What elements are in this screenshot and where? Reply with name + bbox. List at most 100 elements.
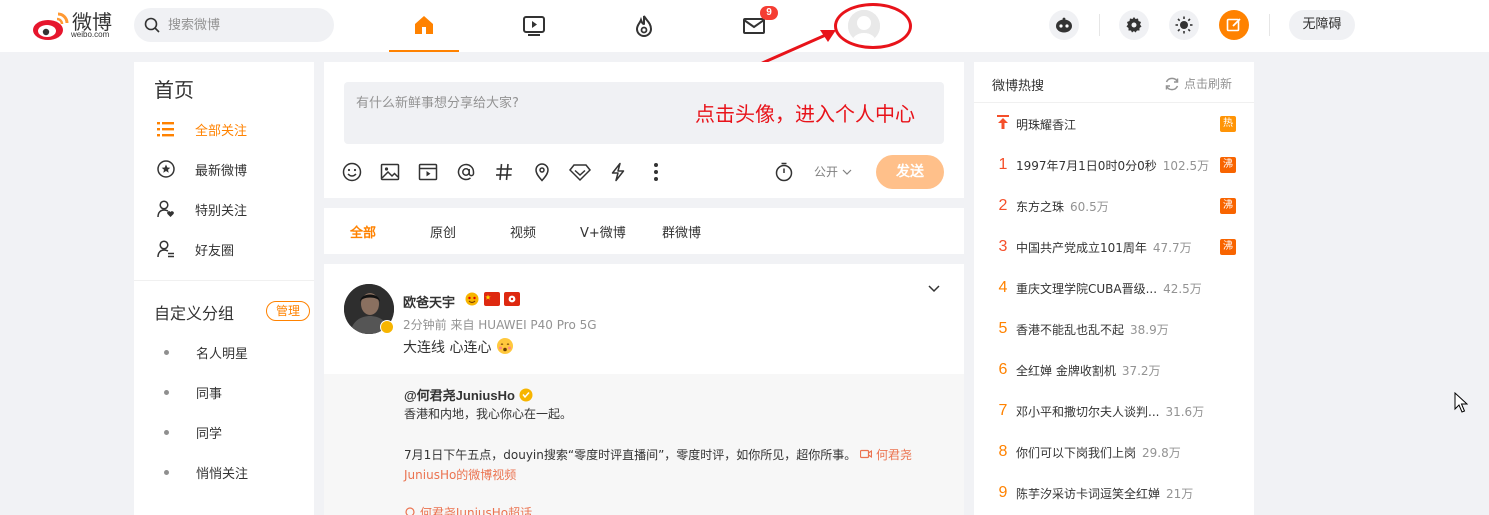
- hot-search-item[interactable]: 7 邓小平和撒切尔夫人谈判... 31.6万: [992, 400, 1236, 422]
- nav-home[interactable]: [389, 0, 459, 52]
- video-icon: [523, 16, 545, 36]
- repost-text-line: 7月1日下午五点，douyin搜索“零度时评直播间”，零度时评，如你所见，超你所…: [404, 448, 861, 462]
- group-item[interactable]: 同事: [154, 380, 304, 404]
- theme-toggle-button[interactable]: [1169, 10, 1199, 40]
- ai-assistant-button[interactable]: [1049, 10, 1079, 40]
- post-text-content: 大连线 心连心: [403, 340, 492, 356]
- bullet: [164, 349, 169, 355]
- pin-top-icon: [992, 114, 1014, 134]
- refresh-icon: [1165, 77, 1179, 90]
- divider: [974, 102, 1254, 103]
- group-item[interactable]: 悄悄关注: [154, 460, 304, 484]
- annotation-circle: [834, 3, 912, 49]
- repost-block: @何君尧JuniusHo 香港和内地，我心你心在一起。 7月1日下午五点，dou…: [324, 374, 964, 515]
- tab-vplus[interactable]: V+微博: [580, 222, 626, 241]
- hot-tag: 热: [1220, 116, 1236, 132]
- chevron-down-icon: [842, 169, 852, 175]
- hot-search-item[interactable]: 5 香港不能乱也乱不起 38.9万: [992, 318, 1236, 340]
- emoji-badge-icon: [465, 292, 479, 306]
- tab-all[interactable]: 全部: [350, 222, 376, 241]
- bullet: [164, 469, 169, 475]
- search-input[interactable]: [168, 8, 328, 42]
- star-circle-icon: [157, 160, 175, 178]
- hot-search-text: 1997年7月1日0时0分0秒: [1016, 158, 1157, 173]
- nav-all-following[interactable]: 全部关注: [154, 117, 304, 141]
- accessibility-button[interactable]: 无障碍: [1289, 10, 1355, 40]
- group-label: 同学: [196, 426, 223, 442]
- tab-original[interactable]: 原创: [430, 222, 456, 241]
- mention-button[interactable]: [454, 160, 478, 184]
- more-button[interactable]: [644, 160, 668, 184]
- hot-search-text: 陈芋汐采访卡词逗笑全红婵: [1016, 486, 1161, 501]
- location-button[interactable]: [530, 160, 554, 184]
- feed-tabs: 全部 原创 视频 V+微博 群微博: [324, 208, 964, 254]
- post-menu-button[interactable]: [926, 280, 942, 300]
- mouse-cursor-icon: [1454, 392, 1468, 413]
- repost-topic-link[interactable]: 何君尧JuniusHo超话: [404, 504, 532, 515]
- nav-special-follow[interactable]: 特别关注: [154, 197, 304, 221]
- repost-author[interactable]: @何君尧JuniusHo: [404, 385, 533, 404]
- composer: 公开 发送: [324, 62, 964, 198]
- hot-search-item[interactable]: 1 1997年7月1日0时0分0秒 102.5万 沸: [992, 154, 1236, 176]
- verified-badge-icon: [380, 320, 394, 334]
- hot-search-text: 中国共产党成立101周年: [1016, 240, 1147, 255]
- hot-search-item[interactable]: 6 全红婵 金牌收割机 37.2万: [992, 359, 1236, 381]
- hot-search-text: 重庆文理学院CUBA晋级...: [1016, 281, 1158, 296]
- edit-icon: [1226, 18, 1241, 32]
- hot-search-item[interactable]: 8 你们可以下岗我们上岗 29.8万: [992, 441, 1236, 463]
- hot-search-item[interactable]: 2 东方之珠 60.5万 沸: [992, 195, 1236, 217]
- hot-rank: 8: [998, 443, 1008, 460]
- manage-groups-button[interactable]: 管理: [266, 301, 310, 321]
- settings-button[interactable]: [1119, 10, 1149, 40]
- feed-post: 欧爸天宇 2分钟前 来自 HUAWEI P40 Pro 5G 大连线 心连心 @…: [324, 264, 964, 515]
- hot-search-text: 邓小平和撒切尔夫人谈判...: [1016, 404, 1160, 419]
- video-link-icon: [860, 449, 873, 459]
- flame-icon: [635, 15, 653, 37]
- image-button[interactable]: [378, 160, 402, 184]
- post-author-name[interactable]: 欧爸天宇: [403, 292, 455, 311]
- send-button[interactable]: 发送: [876, 155, 944, 189]
- nav-video[interactable]: [499, 0, 569, 52]
- search-icon: [144, 17, 160, 33]
- emoji-button[interactable]: [340, 160, 364, 184]
- nav-friends-circle[interactable]: 好友圈: [154, 237, 304, 261]
- group-item[interactable]: 同学: [154, 420, 304, 444]
- topic-button[interactable]: [492, 160, 516, 184]
- hot-search-count: 31.6万: [1165, 404, 1205, 419]
- user-friends-icon: [157, 240, 174, 258]
- bullet: [164, 429, 169, 435]
- hot-search-pinned[interactable]: 明珠耀香江 热: [992, 113, 1236, 135]
- hot-search-item[interactable]: 4 重庆文理学院CUBA晋级... 42.5万: [992, 277, 1236, 299]
- logo-subtext: weibo.com: [71, 30, 110, 39]
- lightning-icon: [611, 162, 625, 182]
- refresh-button[interactable]: 点击刷新: [1164, 75, 1232, 92]
- flash-button[interactable]: [606, 160, 630, 184]
- blush-emoji-icon: [496, 338, 513, 354]
- repost-topic-label: 何君尧JuniusHo超话: [419, 506, 533, 515]
- nav-latest[interactable]: 最新微博: [154, 157, 304, 181]
- hot-search-item[interactable]: 3 中国共产党成立101周年 47.7万 沸: [992, 236, 1236, 258]
- video-upload-button[interactable]: [416, 160, 440, 184]
- hot-search-text: 东方之珠: [1016, 199, 1065, 214]
- message-count-badge: 9: [760, 6, 778, 20]
- group-label: 悄悄关注: [196, 466, 249, 482]
- nav-hot[interactable]: [609, 0, 679, 52]
- hot-search-item[interactable]: 9 陈芋汐采访卡词逗笑全红婵 21万: [992, 482, 1236, 504]
- group-label: 同事: [196, 386, 223, 402]
- location-pin-icon: [535, 163, 549, 182]
- schedule-button[interactable]: [772, 160, 796, 184]
- weibo-eye-icon: [33, 12, 69, 40]
- group-item[interactable]: 名人明星: [154, 340, 304, 364]
- compose-button[interactable]: [1219, 10, 1249, 40]
- hot-search-text: 全红婵 金牌收割机: [1016, 363, 1116, 378]
- tab-group[interactable]: 群微博: [662, 222, 701, 241]
- search-box[interactable]: [134, 8, 334, 42]
- diamond-button[interactable]: [568, 160, 592, 184]
- visibility-select[interactable]: 公开: [814, 163, 852, 180]
- annotation-text: 点击头像，进入个人中心: [695, 102, 915, 126]
- hot-search-count: 29.8万: [1142, 445, 1181, 460]
- tab-video[interactable]: 视频: [510, 222, 536, 241]
- nav-label: 最新微博: [195, 163, 248, 179]
- timer-icon: [775, 162, 793, 182]
- china-flag-icon: [484, 292, 500, 306]
